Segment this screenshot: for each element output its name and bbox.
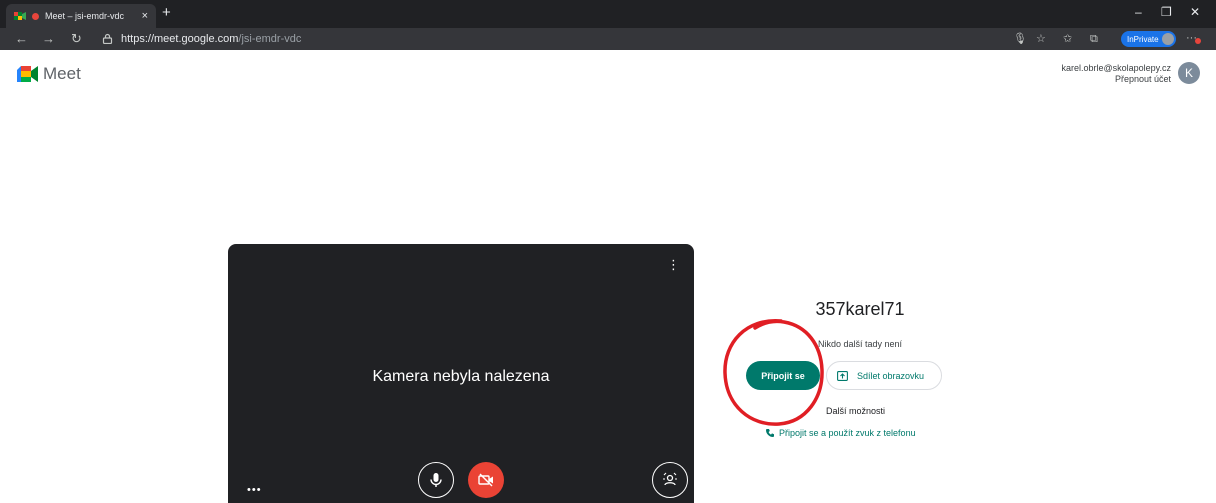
present-screen-label: Sdílet obrazovku: [857, 370, 925, 381]
add-favorite-icon[interactable]: ☆: [1036, 32, 1046, 46]
account-avatar[interactable]: K: [1178, 62, 1200, 84]
camera-not-found-message: Kamera nebyla nalezena: [372, 368, 550, 385]
microphone-in-use-icon[interactable]: 🎙: [1013, 32, 1027, 46]
url-field[interactable]: https://meet.google.com/jsi-emdr-vdc: [121, 33, 301, 45]
camera-toggle-button[interactable]: [468, 462, 504, 498]
meet-brand-title: Meet: [43, 64, 81, 83]
other-options-heading: Další možnosti: [826, 406, 886, 416]
lock-icon[interactable]: [102, 33, 113, 44]
collections-icon[interactable]: ⧉: [1090, 32, 1098, 46]
favorites-icon[interactable]: ✩: [1063, 32, 1072, 46]
preview-more-dots[interactable]: •••: [247, 484, 262, 496]
url-host: https://meet.google.com: [121, 33, 239, 45]
restore-button[interactable]: ❐: [1161, 5, 1172, 19]
minimize-button[interactable]: –: [1135, 5, 1142, 19]
phone-icon: [766, 429, 774, 437]
tab-title: Meet – jsi-emdr-vdc: [45, 11, 125, 21]
meet-logo-icon[interactable]: [17, 66, 39, 82]
notification-badge: [1195, 38, 1201, 44]
tab-close-icon[interactable]: ×: [142, 10, 148, 22]
inprivate-label: InPrivate: [1127, 34, 1159, 44]
recording-indicator-icon: [32, 12, 39, 20]
browser-tab[interactable]: Meet – jsi-emdr-vdc ×: [6, 4, 156, 28]
present-screen-button[interactable]: Sdílet obrazovku: [826, 361, 942, 390]
inprivate-badge[interactable]: InPrivate: [1121, 31, 1176, 47]
join-with-phone-link[interactable]: Připojit se a použít zvuk z telefonu: [765, 428, 916, 438]
refresh-button[interactable]: ↻: [71, 31, 82, 47]
close-window-button[interactable]: ✕: [1190, 5, 1200, 19]
new-tab-button[interactable]: +: [162, 4, 171, 22]
more-options-icon[interactable]: ⋮: [667, 258, 680, 271]
profile-avatar: [1162, 33, 1174, 45]
forward-button[interactable]: →: [42, 31, 55, 47]
meeting-name: 357karel71: [815, 299, 905, 319]
account-email: karel.obrle@skolapolepy.cz: [1061, 63, 1171, 73]
present-screen-icon: [837, 370, 848, 381]
meet-favicon-icon: [14, 12, 26, 20]
browser-tab-bar: Meet – jsi-emdr-vdc × + – ❐ ✕: [0, 0, 1216, 28]
address-bar-row: ← → ↻ https://meet.google.com/jsi-emdr-v…: [0, 28, 1216, 50]
annotation-circle: [723, 319, 824, 426]
switch-account-link[interactable]: Přepnout účet: [1115, 74, 1171, 84]
url-path: /jsi-emdr-vdc: [238, 33, 302, 45]
join-with-phone-label: Připojit se a použít zvuk z telefonu: [779, 428, 916, 438]
microphone-toggle-button[interactable]: [418, 462, 454, 498]
camera-off-icon: [478, 473, 493, 487]
microphone-icon: [430, 473, 442, 487]
visual-effects-button[interactable]: [652, 462, 688, 498]
video-preview: ⋮ Kamera nebyla nalezena •••: [228, 244, 694, 503]
back-button[interactable]: ←: [15, 31, 28, 47]
visual-effects-icon: [663, 472, 677, 486]
